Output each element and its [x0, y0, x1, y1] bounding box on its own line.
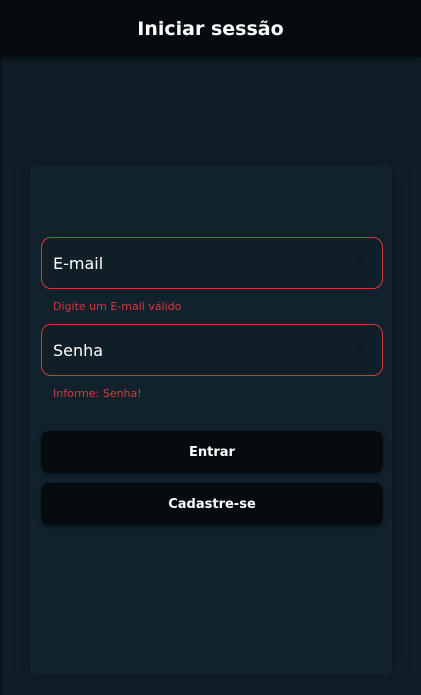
signup-button[interactable]: Cadastre-se	[41, 483, 383, 525]
password-input[interactable]	[53, 340, 352, 360]
window-edge	[0, 0, 2, 695]
password-field[interactable]: ×	[41, 324, 383, 376]
password-error-message: Informe: Senha!	[53, 387, 142, 400]
clear-password-icon[interactable]: ×	[352, 341, 368, 359]
page-title: Iniciar sessão	[137, 17, 284, 40]
email-error-message: Digite um E-mail válido	[53, 300, 182, 313]
app-header: Iniciar sessão	[0, 0, 421, 57]
login-button[interactable]: Entrar	[41, 431, 383, 473]
login-screen: Iniciar sessão × Digite um E-mail válido…	[0, 0, 421, 695]
email-field[interactable]: ×	[41, 237, 383, 289]
clear-email-icon[interactable]: ×	[352, 254, 368, 272]
email-input[interactable]	[53, 253, 352, 273]
